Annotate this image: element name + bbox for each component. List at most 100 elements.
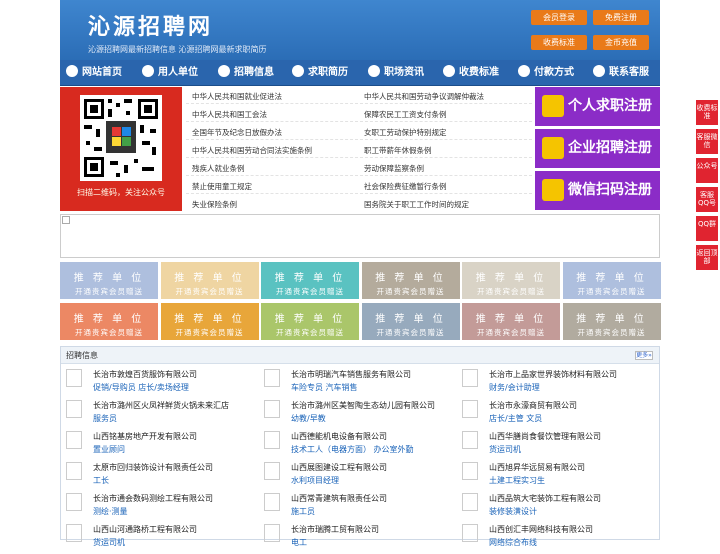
job-position[interactable]: 货运司机 <box>489 444 521 455</box>
job-item[interactable]: 山西铭基房地产开发有限公司 置业顾问 <box>66 431 256 461</box>
nav-resumes[interactable]: 求职简历 <box>292 60 348 86</box>
recommend-tile[interactable]: 推 荐 单 位开通贵宾会员赠送 <box>160 303 259 340</box>
job-item[interactable]: 长治市永濠商贸有限公司 店长/主管 文员 <box>462 400 652 430</box>
job-position[interactable]: 网络综合布线 <box>489 537 537 548</box>
nav-contact[interactable]: 联系客服 <box>593 60 649 86</box>
sidebar-button[interactable]: 客服微信 <box>696 129 718 154</box>
job-position[interactable]: 货运司机 <box>93 537 125 548</box>
job-position[interactable]: 电工 <box>291 537 307 548</box>
job-item[interactable]: 山西山河通路桥工程有限公司 货运司机 <box>66 524 256 554</box>
register-button[interactable]: 免费注册 <box>593 10 649 25</box>
job-item[interactable]: 山西旭昇华远贸易有限公司 土建工程实习生 <box>462 462 652 492</box>
job-position[interactable]: 测绘·测量 <box>93 506 128 517</box>
job-position[interactable]: 幼教/早教 <box>291 413 326 424</box>
law-link[interactable]: 中华人民共和国就业促进法 <box>192 91 282 102</box>
recommend-tile[interactable]: 推 荐 单 位开通贵宾会员赠送 <box>60 303 158 340</box>
job-item[interactable]: 长治市通会数码测绘工程有限公司 测绘·测量 <box>66 493 256 523</box>
recommend-tile[interactable]: 推 荐 单 位开通贵宾会员赠送 <box>160 262 259 299</box>
sidebar-button[interactable]: 返回顶部 <box>696 245 718 270</box>
company-name[interactable]: 长治市潞州区火凤祥鲜货火锅未来汇店 <box>93 400 229 411</box>
law-link[interactable]: 劳动保障监察条例 <box>364 163 424 174</box>
job-item[interactable]: 长治市上品家世界装饰材料有限公司 财务/会计助理 <box>462 369 652 399</box>
job-item[interactable]: 山西品筑大宅装饰工程有限公司 装修装潢设计 <box>462 493 652 523</box>
sidebar-button[interactable]: 公众号 <box>696 158 718 183</box>
law-link[interactable]: 国务院关于职工工作时间的规定 <box>364 199 469 210</box>
company-name[interactable]: 山西华膳尚食餐饮管理有限公司 <box>489 431 601 442</box>
login-button[interactable]: 会员登录 <box>531 10 587 25</box>
job-position[interactable]: 工长 <box>93 475 109 486</box>
job-item[interactable]: 山西创汇丰网络科技有限公司 网络综合布线 <box>462 524 652 554</box>
company-name[interactable]: 长治市潞州区美智陶生态幼儿园有限公司 <box>291 400 435 411</box>
law-link[interactable]: 残疾人就业条例 <box>192 163 245 174</box>
recharge-button[interactable]: 金币充值 <box>593 35 649 50</box>
job-item[interactable]: 山西常青建筑有限责任公司 施工员 <box>264 493 454 523</box>
law-link[interactable]: 中华人民共和国劳动合同法实施条例 <box>192 145 312 156</box>
nav-payment[interactable]: 付款方式 <box>518 60 574 86</box>
recommend-tile[interactable]: 推 荐 单 位开通贵宾会员赠送 <box>361 262 460 299</box>
job-position[interactable]: 置业顾问 <box>93 444 125 455</box>
job-item[interactable]: 长治市敦煌百货服饰有限公司 促销/导购员 店长/卖场经理 <box>66 369 256 399</box>
company-name[interactable]: 山西旭昇华远贸易有限公司 <box>489 462 585 473</box>
nav-employers[interactable]: 用人单位 <box>142 60 198 86</box>
sidebar-button[interactable]: QQ群 <box>696 216 718 241</box>
company-register-button[interactable]: 企业招聘注册 <box>535 129 660 168</box>
nav-jobs[interactable]: 招聘信息 <box>218 60 274 86</box>
job-item[interactable]: 山西展图建设工程有限公司 水利项目经理 <box>264 462 454 492</box>
job-item[interactable]: 山西德能机电设备有限公司技术工人（电器方面） 办公室外勤 <box>264 431 454 461</box>
company-name[interactable]: 山西山河通路桥工程有限公司 <box>93 524 197 535</box>
job-position[interactable]: 水利项目经理 <box>291 475 339 486</box>
pricing-button[interactable]: 收费标准 <box>531 35 587 50</box>
law-link[interactable]: 中华人民共和国劳动争议调解仲裁法 <box>364 91 484 102</box>
job-position[interactable]: 装修装潢设计 <box>489 506 537 517</box>
site-logo[interactable]: 沁源招聘网 <box>88 9 213 41</box>
company-name[interactable]: 长治市瑞腾工贸有限公司 <box>291 524 379 535</box>
company-name[interactable]: 山西展图建设工程有限公司 <box>291 462 387 473</box>
wechat-register-button[interactable]: 微信扫码注册 <box>535 171 660 210</box>
law-link[interactable]: 全国年节及纪念日放假办法 <box>192 127 282 138</box>
company-name[interactable]: 长治市通会数码测绘工程有限公司 <box>93 493 213 504</box>
company-name[interactable]: 山西德能机电设备有限公司 <box>291 431 387 442</box>
job-position[interactable]: 技术工人（电器方面） 办公室外勤 <box>291 444 414 455</box>
law-link[interactable]: 保障农民工工资支付条例 <box>364 109 447 120</box>
law-link[interactable]: 女职工劳动保护特别规定 <box>364 127 447 138</box>
law-link[interactable]: 社会保险费征缴暂行条例 <box>364 181 447 192</box>
company-name[interactable]: 山西创汇丰网络科技有限公司 <box>489 524 593 535</box>
job-item[interactable]: 长治市瑞腾工贸有限公司 电工 <box>264 524 454 554</box>
sidebar-button[interactable]: 客服QQ号 <box>696 187 718 212</box>
job-position[interactable]: 施工员 <box>291 506 315 517</box>
recommend-tile[interactable]: 推 荐 单 位开通贵宾会员赠送 <box>462 262 560 299</box>
recommend-tile[interactable]: 推 荐 单 位开通贵宾会员赠送 <box>462 303 560 340</box>
company-name[interactable]: 山西品筑大宅装饰工程有限公司 <box>489 493 601 504</box>
recommend-tile[interactable]: 推 荐 单 位开通贵宾会员赠送 <box>361 303 460 340</box>
company-name[interactable]: 长治市上品家世界装饰材料有限公司 <box>489 369 617 380</box>
law-link[interactable]: 禁止使用童工规定 <box>192 181 252 192</box>
job-position[interactable]: 财务/会计助理 <box>489 382 540 393</box>
job-position[interactable]: 促销/导购员 店长/卖场经理 <box>93 382 189 393</box>
sidebar-button[interactable]: 收费标准 <box>696 100 718 125</box>
company-name[interactable]: 长治市明瑞汽车销售服务有限公司 <box>291 369 411 380</box>
personal-register-button[interactable]: 个人求职注册 <box>535 87 660 126</box>
job-position[interactable]: 车险专员 汽车销售 <box>291 382 358 393</box>
job-position[interactable]: 店长/主管 文员 <box>489 413 542 424</box>
company-name[interactable]: 山西铭基房地产开发有限公司 <box>93 431 197 442</box>
recommend-tile[interactable]: 推 荐 单 位开通贵宾会员赠送 <box>562 262 661 299</box>
recommend-tile[interactable]: 推 荐 单 位开通贵宾会员赠送 <box>562 303 661 340</box>
nav-pricing[interactable]: 收费标准 <box>443 60 499 86</box>
company-name[interactable]: 太原市回归装饰设计有限责任公司 <box>93 462 213 473</box>
job-item[interactable]: 山西华膳尚食餐饮管理有限公司 货运司机 <box>462 431 652 461</box>
company-name[interactable]: 山西常青建筑有限责任公司 <box>291 493 387 504</box>
ad-banner[interactable] <box>60 214 660 258</box>
job-position[interactable]: 服务员 <box>93 413 117 424</box>
nav-news[interactable]: 职场资讯 <box>368 60 424 86</box>
more-link[interactable]: 更多» <box>635 351 653 360</box>
nav-home[interactable]: 网站首页 <box>66 60 122 86</box>
law-link[interactable]: 失业保险条例 <box>192 199 237 210</box>
recommend-tile[interactable]: 推 荐 单 位开通贵宾会员赠送 <box>60 262 158 299</box>
job-position[interactable]: 土建工程实习生 <box>489 475 545 486</box>
company-name[interactable]: 长治市敦煌百货服饰有限公司 <box>93 369 197 380</box>
job-item[interactable]: 长治市潞州区火凤祥鲜货火锅未来汇店 服务员 <box>66 400 256 430</box>
recommend-tile[interactable]: 推 荐 单 位开通贵宾会员赠送 <box>261 262 359 299</box>
job-item[interactable]: 太原市回归装饰设计有限责任公司 工长 <box>66 462 256 492</box>
law-link[interactable]: 中华人民共和国工会法 <box>192 109 267 120</box>
company-name[interactable]: 长治市永濠商贸有限公司 <box>489 400 577 411</box>
